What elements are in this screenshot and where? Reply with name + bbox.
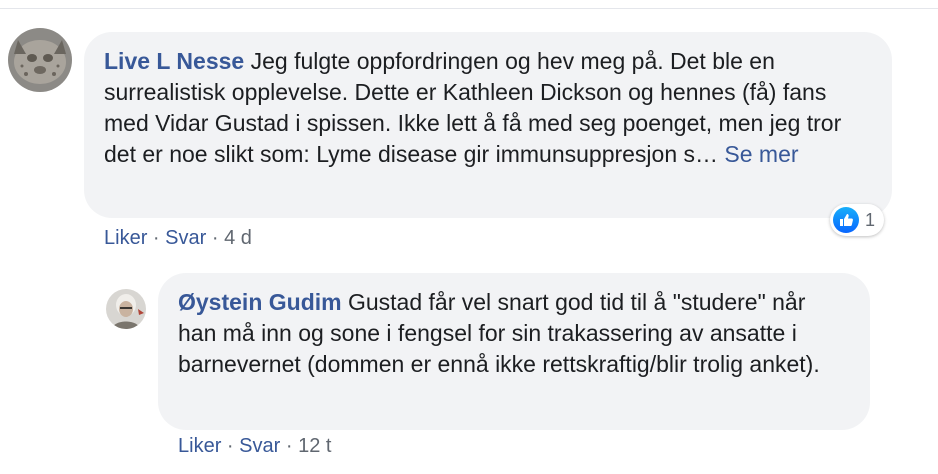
separator: ·	[285, 435, 293, 457]
see-more-link[interactable]: Se mer	[724, 141, 798, 167]
comment-actions: Liker · Svar · 4 d	[104, 226, 252, 250]
top-divider	[0, 8, 938, 9]
separator: ·	[226, 435, 234, 457]
reaction-count: 1	[865, 209, 876, 230]
thumbs-up-icon	[833, 207, 859, 233]
reply-avatar[interactable]	[106, 289, 146, 329]
comment-author[interactable]: Live L Nesse	[104, 48, 244, 74]
reply-actions: Liker · Svar · 12 t	[178, 434, 331, 458]
person-photo-icon	[106, 289, 146, 329]
separator: ·	[211, 227, 219, 249]
timestamp[interactable]: 12 t	[298, 435, 331, 457]
separator: ·	[152, 227, 160, 249]
reply-author[interactable]: Øystein Gudim	[178, 289, 342, 315]
reply-link[interactable]: Svar	[165, 227, 206, 249]
avatar[interactable]	[8, 28, 72, 92]
reply-bubble: Øystein Gudim Gustad får vel snart god t…	[158, 273, 870, 430]
reply-link[interactable]: Svar	[239, 435, 280, 457]
like-link[interactable]: Liker	[104, 227, 147, 249]
reaction-summary[interactable]: 1	[830, 204, 885, 236]
like-link[interactable]: Liker	[178, 435, 221, 457]
timestamp[interactable]: 4 d	[224, 227, 252, 249]
comment-bubble: Live L Nesse Jeg fulgte oppfordringen og…	[84, 32, 892, 218]
lynx-photo-icon	[8, 28, 72, 92]
